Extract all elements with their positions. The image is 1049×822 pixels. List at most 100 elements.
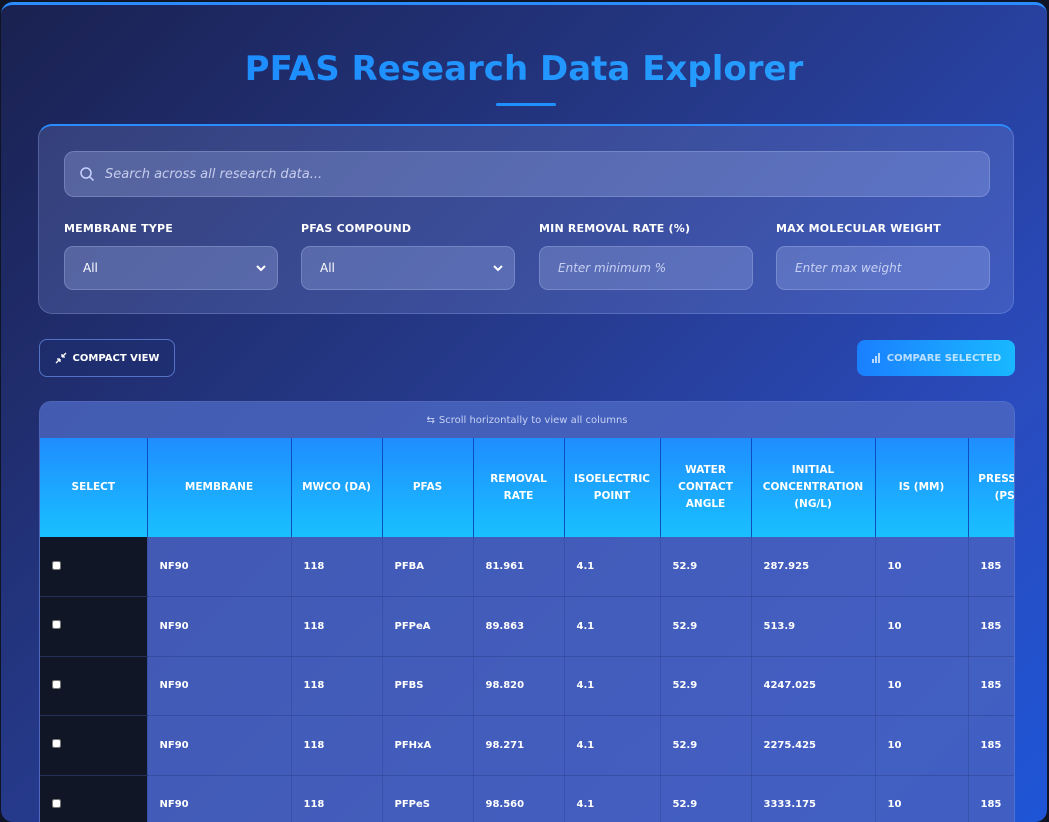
filter-label: MAX MOLECULAR WEIGHT [776,222,941,235]
table-cell: NF90 [147,775,292,822]
data-table: SELECT MEMBRANE MWCO (DA) PFAS REMOVAL R… [40,438,1014,822]
table-cell: NF90 [147,596,292,657]
table-cell: 118 [291,596,383,657]
select-cell [40,656,148,716]
table-row[interactable]: NF90 118 PFBS 98.820 4.1 52.9 4247.025 10 185 [40,656,1014,716]
compress-icon [55,352,67,364]
table-cell: 4.1 [564,775,661,822]
filter-label: PFAS COMPOUND [301,222,412,235]
table-cell: 4.1 [564,537,661,597]
table-cell: 118 [291,775,383,822]
table-cell: 3333.175 [751,775,876,822]
pfas-compound-select[interactable]: All [301,246,515,290]
filter-panel: MEMBRANE TYPE All PFAS COMPOUND All MIN … [38,124,1014,314]
table-row[interactable]: NF90 118 PFPeS 98.560 4.1 52.9 3333.175 10 185 [40,775,1014,822]
table-row[interactable]: NF90 118 PFBA 81.961 4.1 52.9 287.925 10 185 [40,537,1014,597]
table-cell: 185 [968,775,1014,822]
row-select-checkbox[interactable] [52,679,61,689]
table-cell: 4247.025 [751,656,876,716]
scroll-hint-text: Scroll horizontally to view all columns [438,414,628,426]
column-header: MEMBRANE [147,438,292,537]
table-row[interactable]: NF90 118 PFHxA 98.271 4.1 52.9 2275.425 10 185 [40,715,1014,776]
search-box[interactable] [64,151,990,197]
table-cell: 2275.425 [751,715,876,776]
table-cell: NF90 [147,537,292,597]
select-cell [40,596,148,657]
table-cell: 185 [968,656,1014,716]
compare-selected-button[interactable]: COMPARE SELECTED [857,340,1015,376]
table-cell: 10 [875,596,969,657]
table-cell: 98.271 [473,715,565,776]
table-cell: PFBS [382,656,474,716]
table-cell: 81.961 [473,537,565,597]
table-cell: 10 [875,775,969,822]
row-select-checkbox[interactable] [52,739,61,749]
table-cell: 4.1 [564,656,661,716]
table-cell: 185 [968,596,1014,657]
filter-membrane-type: MEMBRANE TYPE All [64,222,278,290]
max-molecular-weight-input[interactable]: Enter max weight [776,246,990,290]
table-cell: 118 [291,656,383,716]
table-cell: 10 [875,656,969,716]
select-cell [40,775,148,822]
table-cell: 287.925 [751,537,876,597]
table-cell: 10 [875,715,969,776]
table-cell: NF90 [147,656,292,716]
column-header: PFAS [382,438,474,537]
filter-label: MIN REMOVAL RATE (%) [539,222,691,235]
table-cell: PFHxA [382,715,474,776]
row-select-checkbox[interactable] [52,620,61,630]
table-cell: PFPeA [382,596,474,657]
page-title: PFAS Research Data Explorer [1,49,1047,89]
table-cell: NF90 [147,715,292,776]
table-cell: 89.863 [473,596,565,657]
table-cell: PFPeS [382,775,474,822]
select-cell [40,715,148,776]
table-cell: 185 [968,537,1014,597]
row-select-checkbox[interactable] [52,560,61,570]
column-header: PRESSURE (PSI) [968,438,1014,537]
table-cell: 52.9 [660,656,752,716]
compact-view-button[interactable]: COMPACT VIEW [39,339,175,377]
table-cell: 118 [291,537,383,597]
table-header-row: SELECT MEMBRANE MWCO (DA) PFAS REMOVAL R… [40,438,1014,537]
column-header: ISOELECTRIC POINT [564,438,661,537]
column-header: SELECT [40,438,148,537]
table-cell: 98.820 [473,656,565,716]
filter-max-molecular-weight: MAX MOLECULAR WEIGHT Enter max weight [776,222,990,290]
column-header: IS (MM) [875,438,969,537]
select-cell [40,537,148,597]
row-select-checkbox[interactable] [52,798,61,808]
column-header: INITIAL CONCENTRATION (NG/L) [751,438,876,537]
table-row[interactable]: NF90 118 PFPeA 89.863 4.1 52.9 513.9 10 185 [40,596,1014,657]
scroll-hint: ⇆ Scroll horizontally to view all column… [40,402,1014,438]
column-header: REMOVAL RATE [473,438,565,537]
table-cell: 10 [875,537,969,597]
swap-horizontal-icon: ⇆ [426,414,435,426]
column-header: WATER CONTACT ANGLE [660,438,752,537]
compact-view-label: COMPACT VIEW [72,352,160,364]
search-input[interactable] [105,166,965,182]
table-cell: 185 [968,715,1014,776]
table-cell: 4.1 [564,596,661,657]
table-scroll-area[interactable]: SELECT MEMBRANE MWCO (DA) PFAS REMOVAL R… [40,438,1014,822]
data-table-panel: ⇆ Scroll horizontally to view all column… [39,401,1015,822]
table-cell: 4.1 [564,715,661,776]
select-value: All [83,261,98,275]
filter-pfas-compound: PFAS COMPOUND All [301,222,515,290]
min-removal-rate-input[interactable]: Enter minimum % [539,246,753,290]
membrane-type-select[interactable]: All [64,246,278,290]
select-value: All [320,261,335,275]
table-cell: 513.9 [751,596,876,657]
table-cell: 118 [291,715,383,776]
bar-chart-icon [871,353,880,363]
filter-label: MEMBRANE TYPE [64,222,173,235]
compare-selected-label: COMPARE SELECTED [886,352,1002,364]
table-cell: 52.9 [660,775,752,822]
chevron-down-icon [493,265,503,272]
table-cell: PFBA [382,537,474,597]
title-underline [496,103,556,106]
chevron-down-icon [256,265,266,272]
table-cell: 98.560 [473,775,565,822]
filter-min-removal-rate: MIN REMOVAL RATE (%) Enter minimum % [539,222,753,290]
